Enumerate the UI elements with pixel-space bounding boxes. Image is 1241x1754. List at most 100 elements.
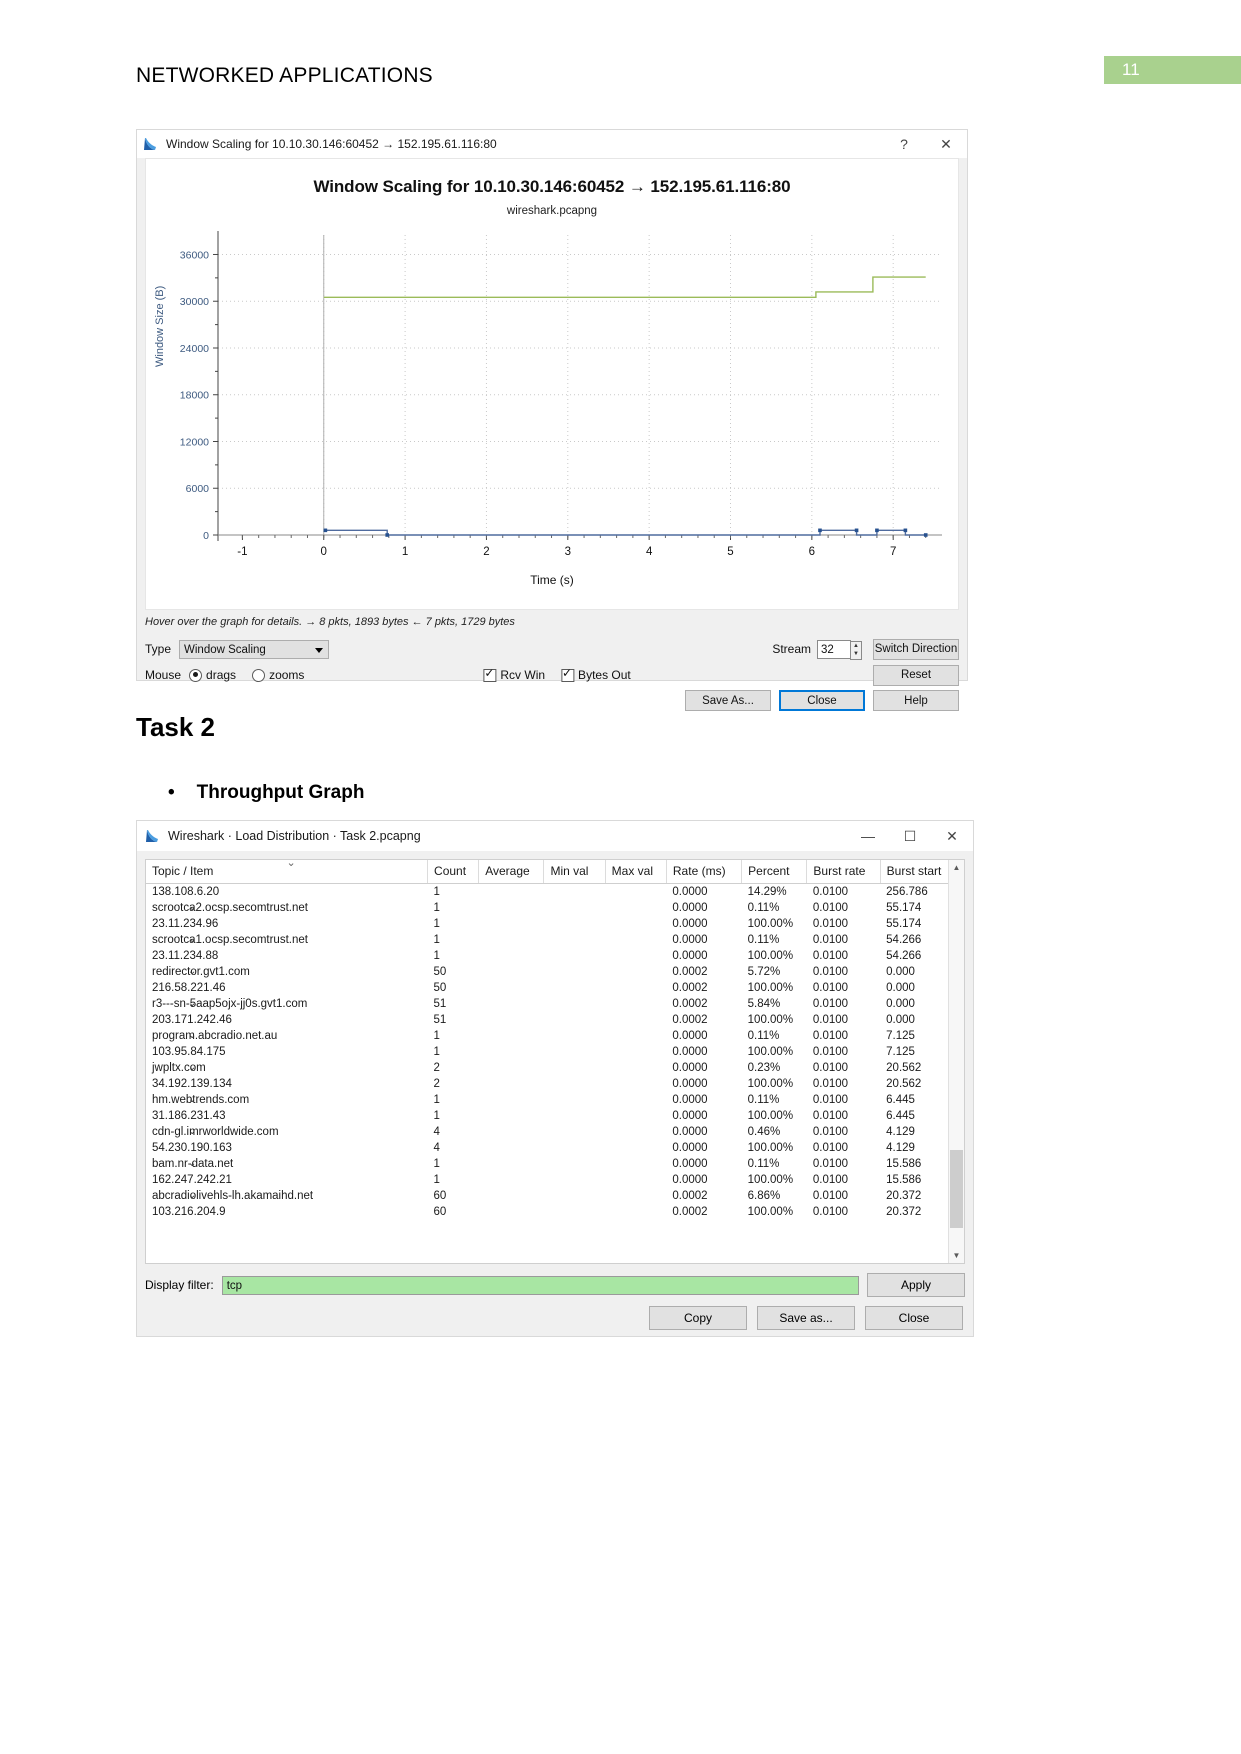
save-as-button[interactable]: Save As...: [685, 690, 771, 711]
column-header-max-val[interactable]: Max val: [605, 860, 667, 884]
table-row[interactable]: 216.58.221.46 50 0.0002 100.00% 0.0100 0.000: [146, 980, 964, 996]
switch-direction-button[interactable]: Switch Direction: [873, 638, 959, 660]
series-toggles: Rcv Win Bytes Out: [483, 666, 646, 682]
table-row[interactable]: ⌄ scrootca1.ocsp.secomtrust.net 1 0.0000 0.1…: [146, 932, 964, 948]
row-item-label: ⌄ cdn-gl.imrworldwide.com: [152, 1126, 279, 1138]
stepper-arrows-icon[interactable]: ▲ ▼: [850, 640, 862, 660]
mouse-zooms-radio[interactable]: zooms: [252, 668, 304, 682]
close-button[interactable]: Close: [865, 1306, 963, 1330]
row-percent: 100.00%: [747, 982, 794, 994]
table-scrollbar[interactable]: ▲ ▼: [948, 860, 964, 1263]
table-row[interactable]: 103.216.204.9 60 0.0002 100.00% 0.0100 20.372: [146, 1204, 964, 1220]
close-icon[interactable]: ✕: [925, 130, 967, 158]
row-percent: 6.86%: [747, 1190, 781, 1202]
table-row[interactable]: ⌄ redirector.gvt1.com 50 0.0002 5.72% 0.0100 0…: [146, 964, 964, 980]
table-row[interactable]: ⌄ hm.webtrends.com 1 0.0000 0.11% 0.0100 6.445: [146, 1092, 964, 1108]
help-button[interactable]: Help: [873, 690, 959, 711]
column-header-burst-rate[interactable]: Burst rate: [806, 860, 881, 884]
apply-button[interactable]: Apply: [867, 1273, 965, 1297]
scroll-up-icon[interactable]: ▲: [949, 860, 964, 875]
chevron-down-icon[interactable]: ⌄: [188, 966, 196, 977]
table-row[interactable]: ⌄ jwpltx.com 2 0.0000 0.23% 0.0100 20.562: [146, 1060, 964, 1076]
row-item-label: 31.186.231.43: [152, 1110, 226, 1122]
chevron-down-icon[interactable]: ⌄: [188, 1094, 196, 1105]
table-row[interactable]: ⌄ abcradiolivehls-lh.akamaihd.net 60 0.0002…: [146, 1188, 964, 1204]
table-row[interactable]: ⌄ cdn-gl.imrworldwide.com 4 0.0000 0.46% 0.01…: [146, 1124, 964, 1140]
chevron-down-icon[interactable]: ⌄: [188, 934, 196, 945]
row-min-val: [544, 1156, 605, 1172]
row-count: 50: [433, 966, 447, 978]
row-min-val: [544, 1108, 605, 1124]
row-burst-rate: 0.0100: [812, 902, 849, 914]
type-select[interactable]: Window Scaling: [179, 639, 330, 659]
table-row[interactable]: ⌄ program.abcradio.net.au 1 0.0000 0.11% 0.01…: [146, 1028, 964, 1044]
stream-stepper[interactable]: 32 ▲ ▼: [817, 639, 862, 660]
save-as-button[interactable]: Save as...: [757, 1306, 855, 1330]
maximize-icon[interactable]: ☐: [889, 821, 931, 851]
radio-off-icon: [252, 668, 266, 682]
mouse-zooms-label: zooms: [269, 668, 305, 682]
help-icon[interactable]: ?: [883, 130, 925, 158]
svg-text:5: 5: [727, 546, 733, 558]
table-row[interactable]: ⌄ bam.nr-data.net 1 0.0000 0.11% 0.0100 15.586: [146, 1156, 964, 1172]
table-row[interactable]: ⌄ r3---sn-5aap5ojx-jj0s.gvt1.com 51 0.0002 5…: [146, 996, 964, 1012]
table-row[interactable]: 23.11.234.96 1 0.0000 100.00% 0.0100 55.174: [146, 916, 964, 932]
copy-button[interactable]: Copy: [649, 1306, 747, 1330]
load-distribution-table-area[interactable]: Topic / ItemCountAverageMin valMax valRa…: [145, 859, 965, 1264]
table-row[interactable]: 103.95.84.175 1 0.0000 100.00% 0.0100 7.125: [146, 1044, 964, 1060]
window-scaling-chart[interactable]: 0 6000 12000 18000 24000 30000 36000 -1 0 1 2 3 4 5 6 7: [146, 217, 960, 589]
table-row[interactable]: 138.108.6.20 1 0.0000 14.29% 0.0100 256.786: [146, 884, 964, 901]
mouse-row: Mouse drags zooms Rcv Win Bytes Out: [145, 662, 959, 688]
table-row[interactable]: 162.247.242.21 1 0.0000 100.00% 0.0100 15.586: [146, 1172, 964, 1188]
table-body: 138.108.6.20 1 0.0000 14.29% 0.0100 256.786 ⌄ s…: [146, 884, 964, 1221]
column-header-average[interactable]: Average: [478, 860, 545, 884]
row-count: 1: [433, 1158, 440, 1170]
close-button[interactable]: Close: [779, 690, 865, 711]
table-row[interactable]: ⌄ scrootca2.ocsp.secomtrust.net 1 0.0000 0.1…: [146, 900, 964, 916]
column-header-percent[interactable]: Percent: [741, 860, 808, 884]
close-icon[interactable]: ✕: [931, 821, 973, 851]
column-header-min-val[interactable]: Min val: [543, 860, 606, 884]
mouse-drags-radio[interactable]: drags: [189, 668, 236, 682]
table-row[interactable]: 31.186.231.43 1 0.0000 100.00% 0.0100 6.445: [146, 1108, 964, 1124]
table-row[interactable]: 54.230.190.163 4 0.0000 100.00% 0.0100 4.129: [146, 1140, 964, 1156]
page-number: 11: [1122, 60, 1140, 79]
chevron-down-icon[interactable]: ⌄: [188, 1190, 196, 1201]
rcv-win-checkbox[interactable]: Rcv Win: [483, 666, 545, 682]
row-count: 1: [433, 1046, 440, 1058]
minimize-icon[interactable]: —: [847, 821, 889, 851]
chevron-down-icon[interactable]: ⌄: [188, 902, 196, 913]
display-filter-input[interactable]: tcp: [221, 1275, 859, 1295]
table-row[interactable]: 34.192.139.134 2 0.0000 100.00% 0.0100 20.562: [146, 1076, 964, 1092]
table-row[interactable]: 23.11.234.88 1 0.0000 100.00% 0.0100 54.266: [146, 948, 964, 964]
column-header-count[interactable]: Count: [427, 860, 480, 884]
table-row[interactable]: 203.171.242.46 51 0.0002 100.00% 0.0100 0.000: [146, 1012, 964, 1028]
chevron-down-icon[interactable]: ⌄: [188, 1158, 196, 1169]
chevron-down-icon[interactable]: ⌄: [188, 1030, 196, 1041]
row-item-label: ⌄ program.abcradio.net.au: [152, 1030, 278, 1042]
chevron-down-icon[interactable]: ⌄: [188, 1062, 196, 1073]
chevron-down-icon[interactable]: ⌄: [188, 1126, 196, 1137]
row-max-val: [605, 1124, 666, 1140]
bytes-out-checkbox[interactable]: Bytes Out: [561, 666, 631, 682]
row-percent: 100.00%: [747, 918, 794, 930]
row-max-val: [605, 916, 666, 932]
scroll-down-icon[interactable]: ▼: [949, 1248, 964, 1263]
row-percent: 0.23%: [747, 1062, 781, 1074]
chevron-down-icon[interactable]: ⌄: [188, 998, 196, 1009]
row-max-val: [605, 1188, 666, 1204]
display-filter-label: Display filter:: [145, 1278, 214, 1292]
scrollbar-thumb[interactable]: [950, 1150, 963, 1228]
reset-button[interactable]: Reset: [873, 664, 959, 686]
row-item-label: 216.58.221.46: [152, 982, 226, 994]
row-burst-rate: 0.0100: [812, 1158, 849, 1170]
plot-area[interactable]: Window Size (B) 0 6000 12000 18000 24000 3000…: [146, 217, 958, 589]
row-average: [479, 1060, 544, 1076]
column-header-rate-ms[interactable]: Rate (ms): [666, 860, 743, 884]
column-header-topic-item[interactable]: Topic / Item: [146, 860, 429, 884]
row-average: [479, 1204, 544, 1220]
row-min-val: [544, 1204, 605, 1220]
bullet-icon: •: [168, 782, 175, 803]
row-item-label: 23.11.234.96: [152, 918, 219, 930]
row-average: [479, 1092, 544, 1108]
